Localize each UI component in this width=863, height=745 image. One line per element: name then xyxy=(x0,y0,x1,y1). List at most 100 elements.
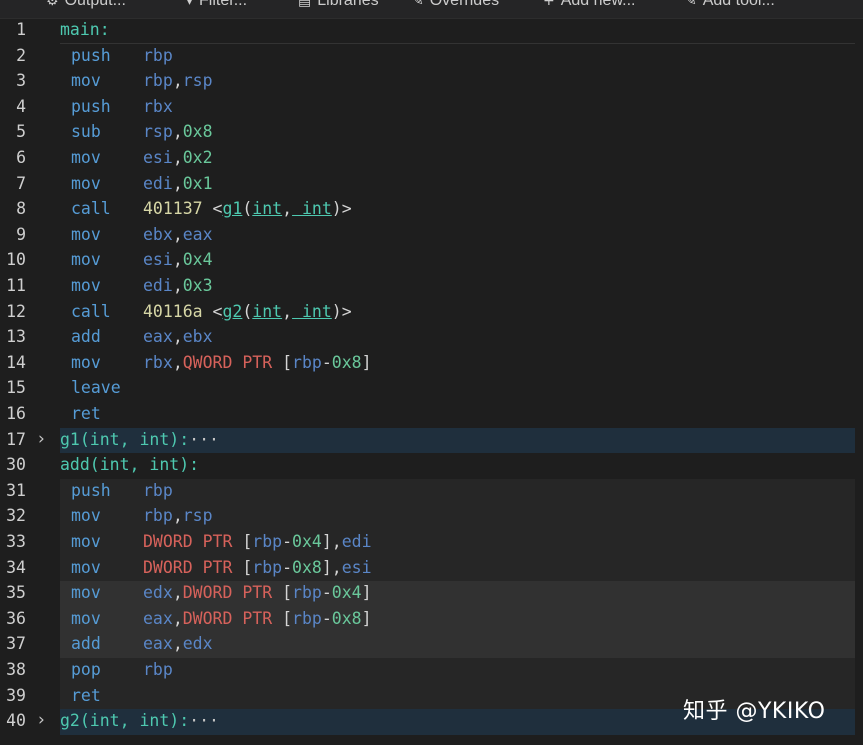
operand-token-plain: , xyxy=(172,506,183,526)
code-line[interactable]: 30 add(int, int): xyxy=(0,453,863,479)
operands: rbp,rsp xyxy=(143,506,213,525)
code-line[interactable]: 35 mov edx,DWORD PTR [rbp-0x4] xyxy=(0,581,863,607)
overrides-button[interactable]: ✎ Overrides xyxy=(412,0,499,11)
chevron-right-icon[interactable]: › xyxy=(38,710,45,730)
watermark: 知乎 @YKIKO xyxy=(683,699,826,724)
operands: rbx xyxy=(143,97,173,116)
code-line[interactable]: 16 ret xyxy=(0,402,863,428)
code-line[interactable]: 31 push rbp xyxy=(0,478,863,505)
code-line[interactable]: 9 mov ebx,eax xyxy=(0,223,863,249)
chevron-right-icon[interactable]: › xyxy=(38,429,45,449)
ellipsis-icon[interactable]: ··· xyxy=(189,430,219,449)
book-icon: ▤ xyxy=(298,0,312,9)
code-line[interactable]: 11 mov edi,0x3 xyxy=(0,274,863,300)
libraries-button[interactable]: ▤ Libraries xyxy=(298,0,379,11)
opcode: mov xyxy=(71,608,101,628)
ellipsis-icon[interactable]: ··· xyxy=(189,711,219,730)
line-number: 32 xyxy=(6,506,26,526)
code-line[interactable]: 15 leave xyxy=(0,376,863,402)
operand-token-fn[interactable]: g1 xyxy=(222,199,242,218)
line-number: 8 xyxy=(16,199,26,219)
line-number: 35 xyxy=(6,583,26,603)
operand-token-plain: )> xyxy=(331,301,352,321)
opcode: ret xyxy=(71,685,101,705)
operand-token-fn[interactable]: g2 xyxy=(222,302,242,321)
operand-token-plain: ] xyxy=(361,352,372,372)
operand-token-reg: rbp xyxy=(252,557,283,577)
operand-token-reg: rbp xyxy=(292,352,322,372)
operand-token-reg: rbp xyxy=(143,480,173,500)
label-text: main: xyxy=(60,20,110,39)
operand-token-reg: rbp xyxy=(143,71,173,91)
line-number: 1 xyxy=(16,20,26,39)
operands: rbx,QWORD PTR [rbp-0x8] xyxy=(143,353,372,372)
operand-token-num: 0x4 xyxy=(182,250,213,270)
line-number: 38 xyxy=(6,660,26,679)
code-line[interactable]: 2 push rbp xyxy=(0,44,863,70)
operand-token-reg: eax xyxy=(143,327,173,347)
operand-token-reg: rbp xyxy=(292,608,322,628)
operand-token-reg: rbp xyxy=(292,583,322,603)
operand-token-fn[interactable]: int xyxy=(252,302,282,321)
operands: 401137 <g1(int, int)> xyxy=(143,199,352,218)
code-line[interactable]: 10 mov esi,0x4 xyxy=(0,248,863,274)
operand-token-num: 0x1 xyxy=(182,173,213,193)
output-button[interactable]: ⚙ Output... xyxy=(46,0,126,11)
opcode: mov xyxy=(71,173,101,193)
code-line[interactable]: 6 mov esi,0x2 xyxy=(0,146,863,172)
opcode: call xyxy=(71,199,111,219)
add-tool-button[interactable]: ✎ Add tool... xyxy=(685,0,775,11)
operand-token-ptr: DWORD PTR xyxy=(182,583,273,603)
operand-token-reg: rsp xyxy=(182,71,213,91)
code-line[interactable]: 38 pop rbp xyxy=(0,658,863,684)
opcode: push xyxy=(71,96,111,116)
operand-token-plain: [ xyxy=(232,532,253,551)
operand-token-ptr: DWORD PTR xyxy=(182,608,273,628)
operand-token-reg: rbp xyxy=(252,532,283,551)
code-line[interactable]: 8 call 401137 <g1(int, int)> xyxy=(0,197,863,223)
operand-token-num: 0x4 xyxy=(331,583,362,603)
line-number: 37 xyxy=(6,634,26,654)
code-line[interactable]: 17 › g1(int, int):··· xyxy=(0,427,863,454)
line-number: 15 xyxy=(6,378,26,398)
code-line[interactable]: 7 mov edi,0x1 xyxy=(0,172,863,198)
operand-token-plain: - xyxy=(321,608,332,628)
line-number: 30 xyxy=(6,455,26,475)
operand-token-num: 0x4 xyxy=(292,532,322,551)
operands: rbp,rsp xyxy=(143,71,213,90)
code-line[interactable]: 5 sub rsp,0x8 xyxy=(0,120,863,146)
operand-token-reg: rbp xyxy=(143,506,173,526)
code-line[interactable]: 34 mov DWORD PTR [rbp-0x8],esi xyxy=(0,555,863,582)
operand-token-ptr: QWORD PTR xyxy=(182,352,273,372)
operand-token-addr: 40116a xyxy=(143,301,203,321)
code-line[interactable]: 33 mov DWORD PTR [rbp-0x4],edi xyxy=(0,530,863,556)
code-line[interactable]: 12 call 40116a <g2(int, int)> xyxy=(0,300,863,326)
opcode: mov xyxy=(71,352,101,372)
operand-token-plain: , xyxy=(282,301,293,321)
line-number: 16 xyxy=(6,404,26,423)
code-line[interactable]: 4 push rbx xyxy=(0,95,863,121)
operand-token-fn[interactable]: int xyxy=(292,199,332,218)
code-line[interactable]: 32 mov rbp,rsp xyxy=(0,504,863,530)
code-line[interactable]: 13 add eax,ebx xyxy=(0,325,863,351)
operand-token-reg: esi xyxy=(143,148,173,167)
add-new-button[interactable]: + Add new... xyxy=(543,0,635,11)
add-tool-label: Add tool... xyxy=(702,0,775,9)
code-line[interactable]: 36 mov eax,DWORD PTR [rbp-0x8] xyxy=(0,606,863,633)
operand-token-fn[interactable]: int xyxy=(292,302,332,321)
code-line[interactable]: 37 add eax,edx xyxy=(0,632,863,658)
operand-token-plain: , xyxy=(172,583,183,603)
operand-token-fn[interactable]: int xyxy=(252,199,282,218)
operand-token-reg: eax xyxy=(143,608,173,628)
opcode: mov xyxy=(71,71,101,91)
code-line[interactable]: 14 mov rbx,QWORD PTR [rbp-0x8] xyxy=(0,351,863,377)
operand-token-reg: edi xyxy=(341,532,372,551)
code-line[interactable]: 1 main: xyxy=(0,18,863,44)
line-number: 7 xyxy=(16,173,26,193)
operands: eax,edx xyxy=(143,634,213,653)
assembly-output-editor[interactable]: 1 main: 2 push rbp 3 mov rbp,rsp 4 push rbx 5 sub rsp… xyxy=(0,18,863,745)
operand-token-ptr: DWORD PTR xyxy=(143,532,233,551)
filter-button[interactable]: ▾ Filter... xyxy=(186,0,247,11)
code-line[interactable]: 3 mov rbp,rsp xyxy=(0,69,863,95)
operand-token-plain: ] xyxy=(361,583,372,603)
